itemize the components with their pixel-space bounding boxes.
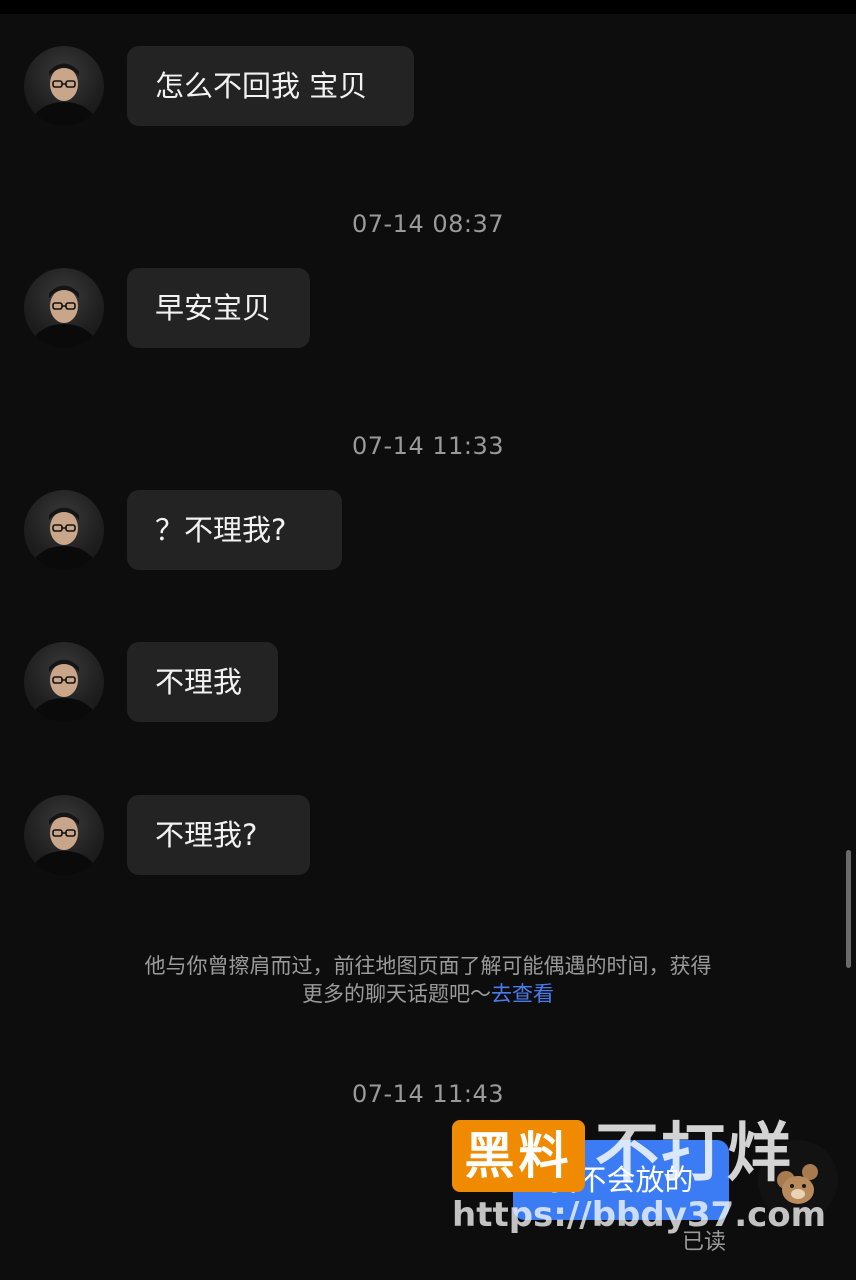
contact-avatar[interactable] (24, 795, 104, 875)
contact-avatar[interactable] (24, 46, 104, 126)
incoming-message-bubble[interactable]: 早安宝贝 (127, 268, 310, 348)
contact-avatar[interactable] (24, 642, 104, 722)
person-avatar-icon (32, 285, 96, 348)
system-note: 他与你曾擦肩而过，前往地图页面了解可能偶遇的时间，获得 更多的聊天话题吧～去查看 (90, 952, 766, 1008)
status-bar-strip (0, 0, 856, 14)
person-avatar-icon (32, 812, 96, 875)
view-map-link[interactable]: 去查看 (491, 982, 554, 1006)
watermark-title: 不打烊 (595, 1117, 793, 1191)
person-avatar-icon (32, 63, 96, 126)
timestamp: 07-14 08:37 (351, 210, 505, 238)
incoming-message-bubble[interactable]: 不理我? (127, 795, 310, 875)
contact-avatar[interactable] (24, 490, 104, 570)
person-avatar-icon (32, 659, 96, 722)
watermark-badge: 黑料 (452, 1120, 585, 1192)
incoming-message-bubble[interactable]: ？不理我? (127, 490, 342, 570)
timestamp: 07-14 11:33 (351, 432, 505, 460)
contact-avatar[interactable] (24, 268, 104, 348)
watermark-url: https://bbdy37.com (452, 1195, 827, 1235)
incoming-message-bubble[interactable]: 怎么不回我 宝贝 (127, 46, 414, 126)
timestamp: 07-14 11:43 (351, 1080, 505, 1108)
scrollbar[interactable] (846, 850, 851, 968)
system-note-line1: 他与你曾擦肩而过，前往地图页面了解可能偶遇的时间，获得 (144, 954, 712, 978)
system-note-line2: 更多的聊天话题吧～去查看 (90, 980, 766, 1008)
system-note-text: 更多的聊天话题吧～ (302, 982, 491, 1006)
incoming-message-bubble[interactable]: 不理我 (127, 642, 278, 722)
person-avatar-icon (32, 507, 96, 570)
